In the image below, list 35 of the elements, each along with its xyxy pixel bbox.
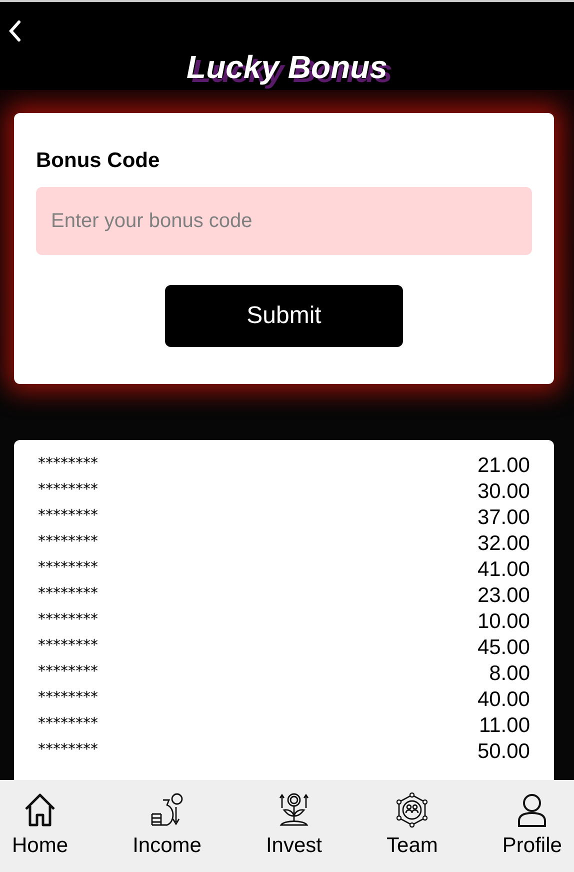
masked-code: ******** (38, 479, 98, 498)
bonus-amount: 8.00 (489, 662, 530, 686)
bonus-code-field[interactable]: Enter your bonus code (36, 187, 532, 255)
bonus-amount: 21.00 (477, 454, 530, 478)
masked-code: ******** (38, 505, 98, 524)
bonus-amount: 32.00 (477, 532, 530, 556)
bonus-amount: 23.00 (477, 584, 530, 608)
bonus-amount: 11.00 (479, 714, 530, 738)
bonus-amount: 41.00 (477, 558, 530, 582)
nav-tab[interactable]: Profile (494, 780, 570, 872)
masked-code: ******** (38, 583, 98, 602)
bonus-amount: 30.00 (477, 480, 530, 504)
bonus-amount: 45.00 (477, 636, 530, 660)
submit-button[interactable]: Submit (165, 285, 403, 347)
masked-code: ******** (38, 687, 98, 706)
network-icon (394, 792, 430, 828)
nav-tab[interactable]: Home (4, 780, 76, 872)
bonus-amount: 37.00 (477, 506, 530, 530)
masked-code: ******** (38, 531, 98, 550)
nav-tab[interactable]: Team (378, 780, 446, 872)
nav-tab[interactable]: Invest (258, 780, 330, 872)
nav-tab[interactable]: Income (124, 780, 210, 872)
bonus-amount: 50.00 (477, 740, 530, 764)
masked-code: ******** (38, 453, 98, 472)
masked-code: ******** (38, 739, 98, 758)
field-label: Bonus Code (36, 149, 161, 173)
back-icon (8, 20, 22, 42)
masked-code: ******** (38, 557, 98, 576)
masked-code: ******** (38, 661, 98, 680)
masked-code: ******** (38, 609, 98, 628)
bonus-amount: 40.00 (477, 688, 530, 712)
bonus-amount: 10.00 (477, 610, 530, 634)
masked-code: ******** (38, 635, 98, 654)
page-title: Lucky Bonus (186, 49, 388, 87)
masked-code: ******** (38, 713, 98, 732)
